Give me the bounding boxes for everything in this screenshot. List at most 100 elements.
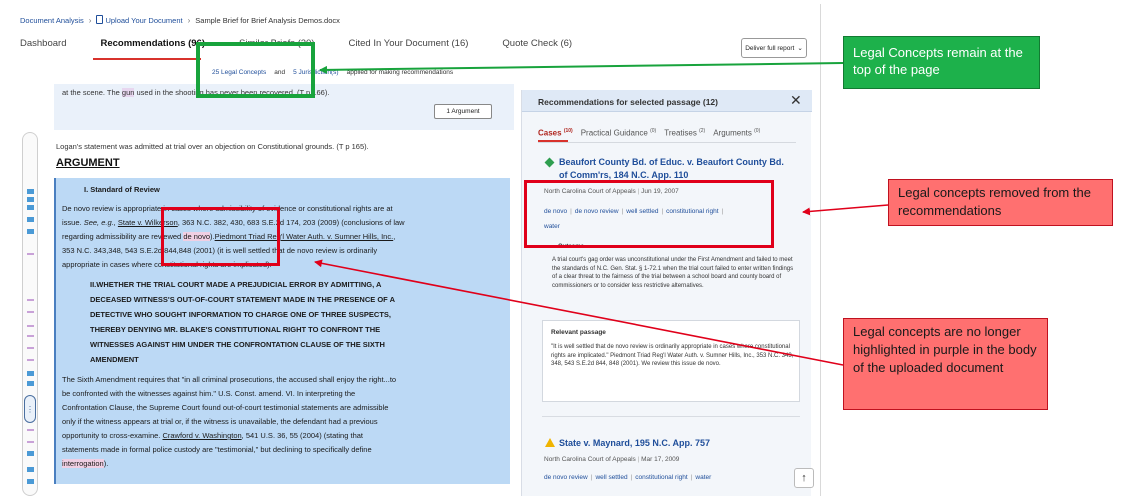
rail-marker[interactable]: [27, 347, 34, 349]
positive-treatment-icon: [544, 157, 555, 168]
rail-marker[interactable]: [27, 217, 34, 222]
rail-marker[interactable]: [27, 479, 34, 484]
heading-line: AMENDMENT: [90, 355, 139, 364]
rail-marker[interactable]: [27, 451, 34, 456]
heading-line: DECEASED WITNESS'S OUT-OF-COURT STATEMEN…: [90, 295, 395, 304]
app-window: Document Analysis › Upload Your Document…: [6, 4, 821, 496]
caution-treatment-icon: [545, 438, 555, 447]
document-scroll-rail[interactable]: ⋮: [22, 132, 38, 496]
panel-tab-label: Treatises: [664, 128, 697, 138]
highlighted-term: interrogation: [62, 459, 104, 468]
breadcrumb-current: Sample Brief for Brief Analysis Demos.do…: [195, 15, 340, 25]
text-span: ,: [393, 232, 396, 241]
tab-dashboard[interactable]: Dashboard: [20, 38, 66, 55]
rail-marker[interactable]: [27, 325, 34, 327]
panel-tab-treatises[interactable]: Treatises (2): [664, 128, 705, 138]
deliver-report-button[interactable]: Deliver full report ⌄: [741, 38, 807, 58]
panel-tab-cases[interactable]: Cases (10): [538, 128, 573, 138]
relevant-passage-label: Relevant passage: [551, 329, 606, 336]
rail-marker[interactable]: [27, 205, 34, 210]
rail-marker[interactable]: [27, 311, 34, 313]
concept-tag[interactable]: water: [695, 474, 711, 481]
passage-line: The Sixth Amendment requires that "in al…: [62, 375, 397, 384]
rail-marker[interactable]: [27, 197, 34, 202]
relevant-passage-card: Relevant passage "It is well settled tha…: [542, 320, 800, 402]
text-span: See, e.g.,: [83, 218, 116, 227]
passage-line: interrogation).: [62, 459, 108, 468]
case-concept-tags: de novo review | well settled | constitution…: [544, 474, 712, 481]
annotation-callout-green: Legal Concepts remain at the top of the …: [843, 36, 1040, 89]
rail-marker[interactable]: [27, 335, 34, 337]
passage-line: opportunity to cross-examine. Crawford v…: [62, 431, 363, 440]
heading-line: II.WHETHER THE TRIAL COURT MADE A PREJUD…: [90, 280, 382, 289]
text-span: ).: [103, 459, 109, 468]
panel-header: Recommendations for selected passage (12…: [522, 90, 812, 112]
tab-quote-check[interactable]: Quote Check (6): [502, 38, 572, 55]
case-meta: North Carolina Court of Appeals | Mar 17…: [544, 456, 680, 463]
case-title-link[interactable]: State v. Maynard, 195 N.C. App. 757: [559, 438, 710, 448]
close-icon[interactable]: ✕: [790, 92, 802, 109]
concept-tag[interactable]: constitutional right: [635, 474, 687, 481]
preview-text-a: at the scene. The: [62, 88, 122, 97]
chevron-down-icon: ⌄: [797, 45, 803, 52]
applied-suffix: applied for making recommendations: [346, 69, 454, 76]
panel-tab-count: (0): [650, 128, 657, 134]
breadcrumb-upload[interactable]: Upload Your Document: [96, 15, 183, 25]
rail-marker[interactable]: [27, 381, 34, 386]
citation-link[interactable]: Crawford v. Washington: [162, 431, 241, 440]
heading-line: WITNESSES AGAINST HIM UNDER THE CONFRONT…: [90, 340, 385, 349]
recommendations-panel: Recommendations for selected passage (12…: [521, 90, 814, 496]
active-tab-indicator: [93, 58, 201, 60]
case-title-link[interactable]: of Comm'rs, 184 N.C. App. 110: [559, 170, 688, 180]
rail-marker[interactable]: [27, 441, 34, 443]
rail-marker[interactable]: [27, 253, 34, 255]
case-court: North Carolina Court of Appeals: [544, 456, 636, 463]
rail-marker[interactable]: [27, 229, 34, 234]
panel-tab-label: Practical Guidance: [580, 128, 648, 138]
rail-drag-handle[interactable]: ⋮: [24, 395, 36, 423]
panel-tab-practical-guidance[interactable]: Practical Guidance (0): [581, 128, 657, 138]
rail-marker[interactable]: [27, 189, 34, 194]
passage-line: Confrontation Clause, the Supreme Court …: [62, 403, 389, 412]
statement-line: Logan's statement was admitted at trial …: [56, 142, 369, 151]
selected-passage[interactable]: I. Standard of Review De novo review is …: [54, 178, 510, 484]
breadcrumb-document-analysis[interactable]: Document Analysis: [20, 16, 84, 25]
annotation-green-frame: [196, 42, 315, 98]
rail-marker[interactable]: [27, 359, 34, 361]
passage-line: only if the witness appears at trial or,…: [62, 417, 378, 426]
tab-cited-in-document[interactable]: Cited In Your Document (16): [349, 38, 469, 55]
rail-marker[interactable]: [27, 371, 34, 376]
document-icon: [96, 15, 104, 24]
rail-marker[interactable]: [27, 467, 34, 472]
panel-tab-count: (0): [754, 128, 761, 134]
panel-tab-arguments[interactable]: Arguments (0): [713, 128, 760, 138]
panel-tab-count: (10): [563, 128, 573, 134]
argument-heading: ARGUMENT: [56, 157, 120, 169]
text-span: issue.: [62, 218, 84, 227]
standard-of-review-heading: I. Standard of Review: [84, 185, 160, 194]
text-span: , 541 U.S. 36, 55 (2004) (stating that: [241, 431, 363, 440]
heading-line: DETECTIVE WHO SOUGHT INFORMATION TO CHAR…: [90, 310, 391, 319]
tab-recommendations[interactable]: Recommendations (96): [100, 38, 205, 55]
annotation-red-frame-document: [161, 207, 280, 266]
panel-tab-count: (2): [699, 128, 706, 134]
passage-line: be confronted with the witnesses against…: [62, 389, 356, 398]
rail-marker[interactable]: [27, 429, 34, 431]
rail-marker[interactable]: [27, 299, 34, 301]
case-title-link[interactable]: Beaufort County Bd. of Educ. v. Beaufort…: [559, 157, 784, 167]
panel-title: Recommendations for selected passage (12…: [538, 97, 718, 107]
arrow-up-icon[interactable]: ↑: [794, 468, 814, 488]
panel-tabs: Cases (10) Practical Guidance (0) Treati…: [538, 128, 760, 138]
deliver-report-label: Deliver full report: [745, 44, 795, 52]
annotation-callout-highlight: Legal concepts are no longer highlighted…: [843, 318, 1048, 410]
case-divider: [542, 416, 800, 417]
chevron-right-icon: ›: [187, 15, 191, 25]
argument-button[interactable]: 1 Argument: [434, 104, 492, 119]
breadcrumb: Document Analysis › Upload Your Document…: [20, 15, 340, 25]
heading-line: THEREBY DENYING MR. BLAKE'S CONSTITUTION…: [90, 325, 381, 334]
concept-tag[interactable]: de novo review: [544, 474, 588, 481]
outcome-text: A trial court's gag order was unconstitu…: [552, 257, 794, 289]
breadcrumb-upload-label: Upload Your Document: [105, 16, 183, 25]
text-span: opportunity to cross-examine.: [62, 431, 163, 440]
concept-tag[interactable]: well settled: [595, 474, 627, 481]
